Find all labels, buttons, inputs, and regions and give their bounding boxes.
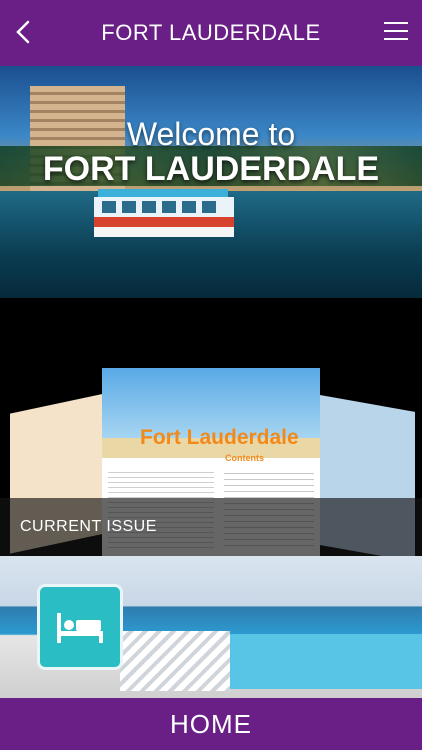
bed-icon: [57, 613, 103, 643]
hero-city-text: FORT LAUDERDALE: [42, 150, 380, 188]
hero-welcome-text: Welcome to: [126, 116, 296, 152]
magazine-contents-heading: Contents: [225, 453, 264, 463]
current-issue-label: CURRENT ISSUE: [20, 518, 157, 535]
home-tab-bar[interactable]: HOME: [0, 698, 422, 750]
hamburger-menu-icon[interactable]: [384, 22, 408, 42]
home-button-label[interactable]: HOME: [170, 709, 252, 740]
hotels-button[interactable]: [37, 584, 123, 670]
pool-image: [230, 634, 422, 689]
top-app-bar: FORT LAUDERDALE: [0, 0, 422, 66]
water-taxi-image: [94, 189, 234, 237]
hero-banner[interactable]: Welcome to FORT LAUDERDALE: [0, 66, 422, 298]
chevron-left-icon[interactable]: [10, 18, 38, 46]
page-title: FORT LAUDERDALE: [101, 20, 321, 45]
pool-loungers-image: [120, 631, 230, 691]
hotels-card[interactable]: [0, 556, 422, 698]
magazine-cover-title: Fort Lauderdale: [140, 426, 299, 449]
current-issue-card[interactable]: Fort Lauderdale Contents CURRENT ISSUE: [0, 298, 422, 556]
